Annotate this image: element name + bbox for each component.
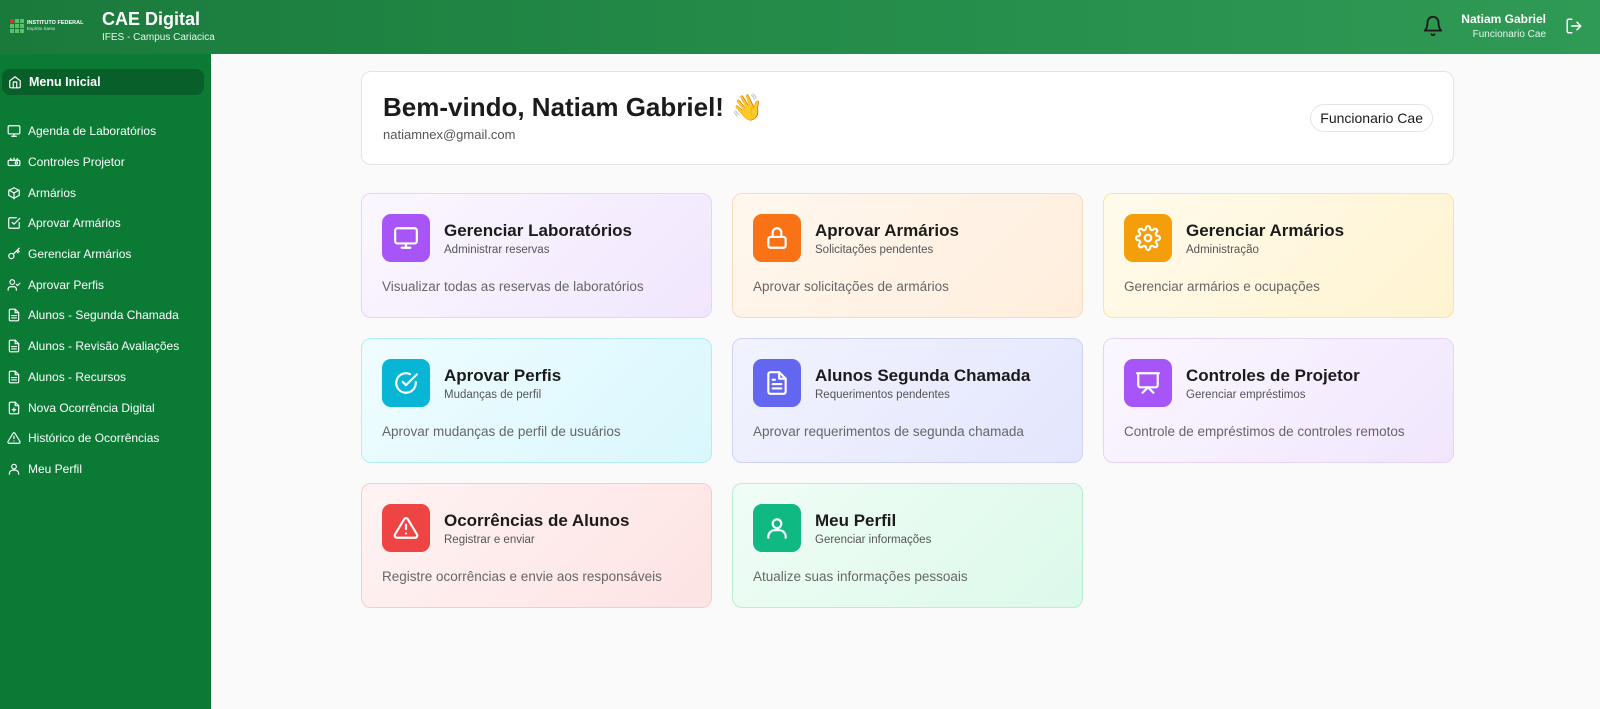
card-description: Controle de empréstimos de controles rem… <box>1124 424 1405 439</box>
check-circle-icon <box>382 359 430 407</box>
card-alunos-segunda-chamada[interactable]: Alunos Segunda Chamada Requerimentos pen… <box>732 338 1083 463</box>
file-icon <box>8 339 20 353</box>
file-icon <box>8 309 20 322</box>
card-gerenciar-armarios[interactable]: Gerenciar Armários Administração Gerenci… <box>1103 193 1454 318</box>
sidebar-item-label: Meu Perfil <box>28 461 83 476</box>
sidebar-item-label: Agenda de Laboratórios <box>28 124 157 139</box>
document-icon <box>753 359 801 407</box>
role-badge: Funcionario Cae <box>1310 104 1433 132</box>
card-subtitle: Gerenciar informações <box>815 534 932 546</box>
sidebar-item-label: Controles Projetor <box>28 155 125 170</box>
welcome-title: Bem-vindo, Natiam Gabriel! 👋 <box>383 92 764 122</box>
bell-icon[interactable] <box>1422 15 1444 37</box>
app-title: CAE Digital <box>102 9 201 29</box>
card-ocorrencias-alunos[interactable]: Ocorrências de Alunos Registrar e enviar… <box>361 483 712 608</box>
sidebar-item-label: Alunos - Recursos <box>28 369 127 384</box>
sidebar-item-label: Menu Inicial <box>29 75 101 89</box>
sidebar-item-aprovar-perfis[interactable]: Aprovar Perfis <box>0 269 211 300</box>
logout-icon[interactable] <box>1565 17 1583 35</box>
card-title: Meu Perfil <box>815 511 897 530</box>
card-description: Atualize suas informações pessoais <box>753 569 968 584</box>
card-subtitle: Solicitações pendentes <box>815 244 934 256</box>
sidebar-item-segunda-chamada[interactable]: Alunos - Segunda Chamada <box>0 300 211 331</box>
institution-logo: INSTITUTO FEDERAL Espírito Santo <box>10 14 88 38</box>
card-subtitle: Administrar reservas <box>444 244 550 256</box>
user-info: Natiam Gabriel Funcionario Cae <box>1461 12 1546 40</box>
sidebar-item-label: Aprovar Armários <box>28 216 121 231</box>
sidebar-item-menu-inicial[interactable]: Menu Inicial <box>2 69 204 95</box>
sidebar-item-controles-projetor[interactable]: Controles Projetor <box>0 147 211 178</box>
sidebar-menu: Agenda de Laboratórios Controles Projeto… <box>0 116 211 484</box>
card-title: Aprovar Armários <box>815 221 959 240</box>
welcome-card: Bem-vindo, Natiam Gabriel! 👋 natiamnex@g… <box>361 71 1454 165</box>
key-icon <box>8 247 20 260</box>
sidebar-item-label: Histórico de Ocorrências <box>28 431 160 446</box>
sidebar-item-armarios[interactable]: Armários <box>0 177 211 208</box>
gear-icon <box>1124 214 1172 262</box>
monitor-icon <box>382 214 430 262</box>
check-square-icon <box>8 217 21 230</box>
sidebar-item-label: Alunos - Segunda Chamada <box>28 308 179 323</box>
card-aprovar-armarios[interactable]: Aprovar Armários Solicitações pendentes … <box>732 193 1083 318</box>
card-description: Aprovar requerimentos de segunda chamada <box>753 424 1024 439</box>
presentation-icon <box>1124 359 1172 407</box>
sidebar-item-agenda-laboratorios[interactable]: Agenda de Laboratórios <box>0 116 211 147</box>
card-description: Registre ocorrências e envie aos respons… <box>382 569 662 584</box>
card-title: Ocorrências de Alunos <box>444 511 630 530</box>
warning-icon <box>382 504 430 552</box>
sidebar-item-meu-perfil[interactable]: Meu Perfil <box>0 454 211 485</box>
file-icon <box>8 370 20 384</box>
card-title: Controles de Projetor <box>1186 366 1360 385</box>
user-icon <box>753 504 801 552</box>
card-subtitle: Requerimentos pendentes <box>815 389 950 401</box>
card-description: Aprovar mudanças de perfil de usuários <box>382 424 621 439</box>
alert-triangle-icon <box>7 432 21 445</box>
user-role: Funcionario Cae <box>1472 29 1546 40</box>
lock-icon <box>753 214 801 262</box>
user-name: Natiam Gabriel <box>1461 12 1546 26</box>
user-email: natiamnex@gmail.com <box>383 127 516 142</box>
monitor-icon <box>7 125 21 138</box>
sidebar-item-label: Alunos - Revisão Avaliações <box>28 339 180 354</box>
sidebar-item-recursos[interactable]: Alunos - Recursos <box>0 362 211 393</box>
card-description: Visualizar todas as reservas de laborató… <box>382 279 644 294</box>
projector-icon <box>7 157 21 167</box>
app-subtitle: IFES - Campus Cariacica <box>102 32 215 43</box>
card-subtitle: Gerenciar empréstimos <box>1186 389 1306 401</box>
top-header: INSTITUTO FEDERAL Espírito Santo CAE Digi… <box>0 0 1600 54</box>
sidebar-item-historico-ocorrencias[interactable]: Histórico de Ocorrências <box>0 423 211 454</box>
sidebar-item-aprovar-armarios[interactable]: Aprovar Armários <box>0 208 211 239</box>
card-subtitle: Registrar e enviar <box>444 534 535 546</box>
sidebar: Menu Inicial Agenda de Laboratórios Cont… <box>0 54 211 709</box>
sidebar-item-label: Aprovar Perfis <box>28 277 105 292</box>
card-aprovar-perfis[interactable]: Aprovar Perfis Mudanças de perfil Aprova… <box>361 338 712 463</box>
card-meu-perfil[interactable]: Meu Perfil Gerenciar informações Atualiz… <box>732 483 1083 608</box>
card-subtitle: Administração <box>1186 244 1259 256</box>
card-controles-projetor[interactable]: Controles de Projetor Gerenciar emprésti… <box>1103 338 1454 463</box>
card-title: Gerenciar Laboratórios <box>444 221 633 240</box>
card-title: Aprovar Perfis <box>444 366 562 385</box>
brand: CAE Digital IFES - Campus Cariacica <box>102 9 215 43</box>
sidebar-item-gerenciar-armarios[interactable]: Gerenciar Armários <box>0 239 211 270</box>
sidebar-item-label: Nova Ocorrência Digital <box>28 400 155 415</box>
card-description: Aprovar solicitações de armários <box>753 279 949 294</box>
user-check-icon <box>7 278 21 291</box>
user-icon <box>8 463 20 475</box>
sidebar-item-nova-ocorrencia[interactable]: Nova Ocorrência Digital <box>0 392 211 423</box>
box-icon <box>8 186 20 200</box>
home-icon <box>9 76 21 89</box>
card-description: Gerenciar armários e ocupações <box>1124 279 1320 294</box>
card-subtitle: Mudanças de perfil <box>444 389 542 401</box>
card-gerenciar-laboratorios[interactable]: Gerenciar Laboratórios Administrar reser… <box>361 193 712 318</box>
card-title: Alunos Segunda Chamada <box>815 366 1031 385</box>
card-title: Gerenciar Armários <box>1186 221 1345 240</box>
sidebar-item-label: Armários <box>28 185 77 200</box>
sidebar-item-label: Gerenciar Armários <box>28 247 132 262</box>
sidebar-item-revisao-avaliacoes[interactable]: Alunos - Revisão Avaliações <box>0 331 211 362</box>
file-plus-icon <box>8 401 20 414</box>
